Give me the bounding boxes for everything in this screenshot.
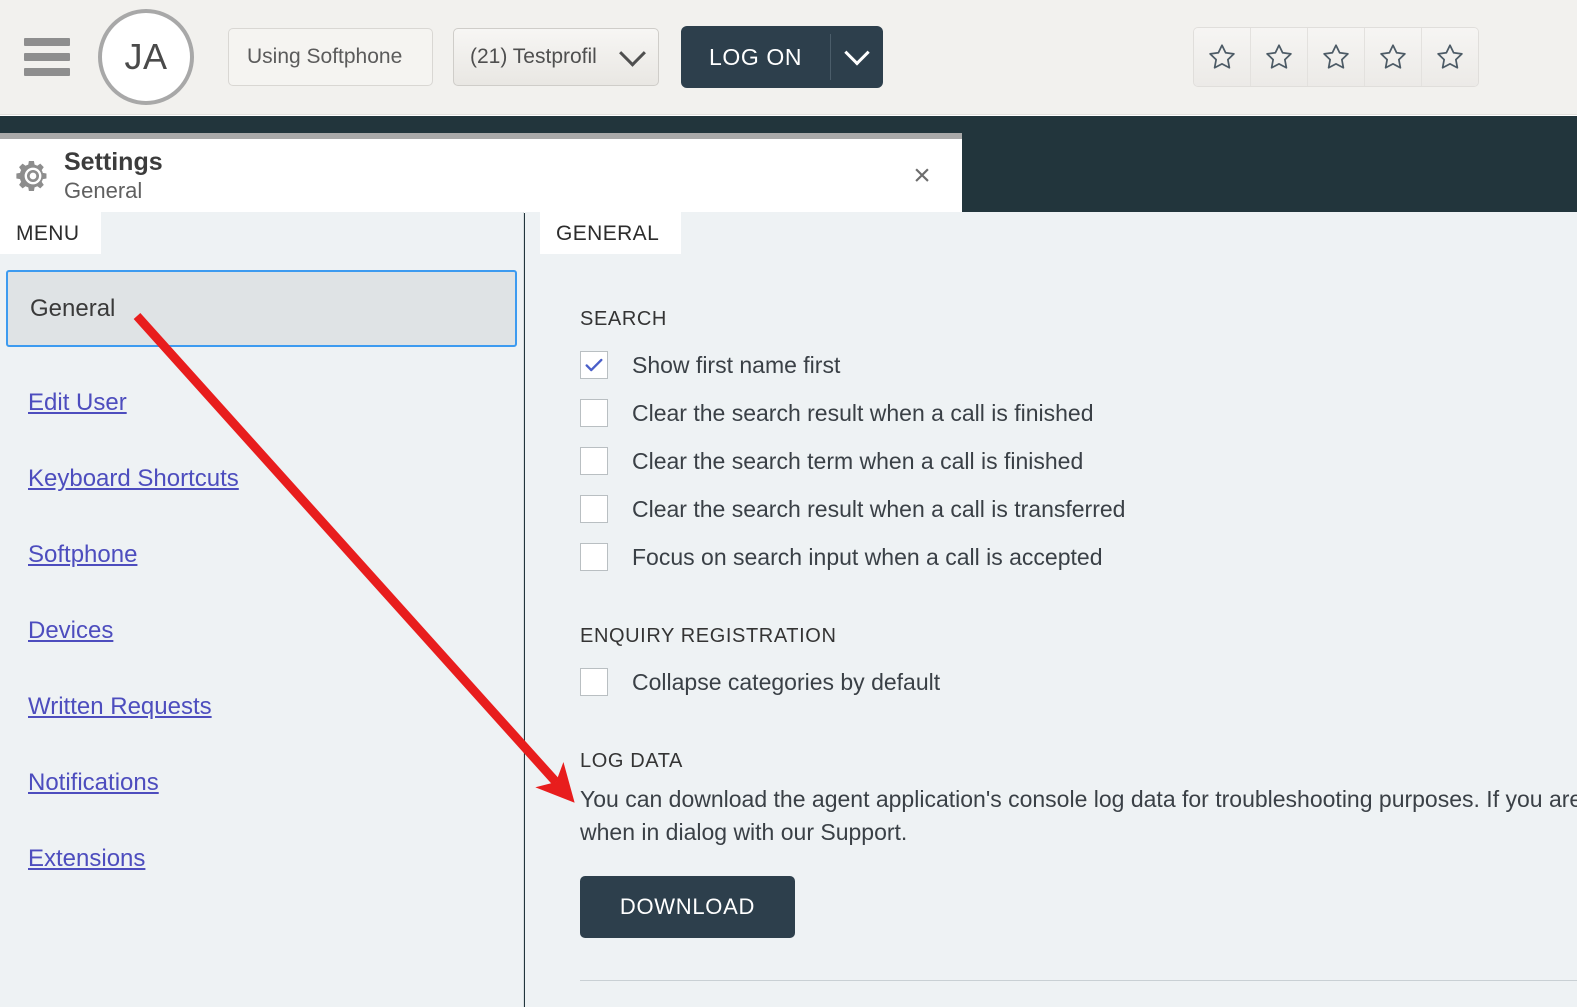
gear-icon bbox=[14, 157, 52, 195]
sidebar-item-keyboard-shortcuts[interactable]: Keyboard Shortcuts bbox=[28, 465, 239, 493]
sidebar-item-general[interactable]: General bbox=[6, 270, 517, 347]
log-on-button-group[interactable]: LOG ON bbox=[681, 26, 883, 88]
download-button[interactable]: DOWNLOAD bbox=[580, 876, 795, 938]
sidebar-menu-list: General Edit User Keyboard Shortcuts Sof… bbox=[0, 270, 523, 873]
page-subtitle: General bbox=[64, 178, 163, 204]
sidebar-item-softphone[interactable]: Softphone bbox=[28, 541, 137, 569]
avatar-initials: JA bbox=[124, 36, 167, 78]
avatar[interactable]: JA bbox=[98, 9, 194, 105]
section-divider bbox=[580, 980, 1577, 981]
settings-dialog: Settings General × bbox=[0, 133, 962, 213]
softphone-status-field[interactable]: Using Softphone bbox=[228, 28, 433, 86]
log-data-description: You can download the agent application's… bbox=[580, 783, 1577, 848]
checkbox-show-first-name-first[interactable]: Show first name first bbox=[580, 341, 1577, 389]
checkbox-clear-search-result-call-finished[interactable]: Clear the search result when a call is f… bbox=[580, 389, 1577, 437]
dialog-title-block: Settings General bbox=[64, 148, 163, 203]
checkbox-box[interactable] bbox=[580, 668, 608, 696]
section-heading-enquiry-registration: ENQUIRY REGISTRATION bbox=[580, 625, 1577, 648]
checkbox-label: Clear the search term when a call is fin… bbox=[632, 448, 1083, 475]
star-outline-icon bbox=[1264, 42, 1294, 72]
checkbox-box[interactable] bbox=[580, 447, 608, 475]
content-inner: SEARCH Show first name first Clear the s… bbox=[525, 308, 1577, 1007]
profile-select[interactable]: (21) Testprofil bbox=[453, 28, 659, 86]
star-outline-icon bbox=[1321, 42, 1351, 72]
checkbox-label: Focus on search input when a call is acc… bbox=[632, 544, 1103, 571]
hamburger-bar-2 bbox=[24, 53, 70, 61]
sidebar-item-notifications[interactable]: Notifications bbox=[28, 769, 159, 797]
chevron-down-icon bbox=[844, 40, 869, 65]
rating-star-5[interactable] bbox=[1422, 28, 1478, 86]
section-heading-search: SEARCH bbox=[580, 308, 1577, 331]
sidebar-item-label: General bbox=[30, 295, 115, 323]
checkbox-clear-search-term-call-finished[interactable]: Clear the search term when a call is fin… bbox=[580, 437, 1577, 485]
checkbox-label: Show first name first bbox=[632, 352, 840, 379]
log-on-button[interactable]: LOG ON bbox=[681, 26, 830, 88]
sidebar-item-edit-user[interactable]: Edit User bbox=[28, 389, 127, 417]
profile-select-value: (21) Testprofil bbox=[470, 45, 597, 69]
app-header: JA Using Softphone (21) Testprofil LOG O… bbox=[0, 0, 1577, 115]
checkbox-label: Collapse categories by default bbox=[632, 669, 940, 696]
sidebar-item-extensions[interactable]: Extensions bbox=[28, 845, 145, 873]
rating-star-1[interactable] bbox=[1194, 28, 1251, 86]
star-outline-icon bbox=[1435, 42, 1465, 72]
sidebar-item-devices[interactable]: Devices bbox=[28, 617, 113, 645]
softphone-status-label: Using Softphone bbox=[247, 45, 402, 69]
star-outline-icon bbox=[1207, 42, 1237, 72]
section-heading-log-data: LOG DATA bbox=[580, 750, 1577, 773]
page-title: Settings bbox=[64, 148, 163, 178]
checkbox-box[interactable] bbox=[580, 543, 608, 571]
checkbox-clear-search-result-call-transferred[interactable]: Clear the search result when a call is t… bbox=[580, 485, 1577, 533]
checkbox-focus-search-input-call-accepted[interactable]: Focus on search input when a call is acc… bbox=[580, 533, 1577, 581]
settings-sidebar: MENU General Edit User Keyboard Shortcut… bbox=[0, 212, 524, 1007]
chevron-down-icon bbox=[619, 39, 646, 66]
hamburger-bar-1 bbox=[24, 38, 70, 46]
hamburger-menu-icon[interactable] bbox=[24, 38, 70, 76]
tab-general[interactable]: GENERAL bbox=[540, 212, 681, 254]
settings-content: GENERAL SEARCH Show first name first Cle… bbox=[525, 212, 1577, 1007]
sidebar-item-written-requests[interactable]: Written Requests bbox=[28, 693, 212, 721]
rating-stars[interactable] bbox=[1193, 27, 1479, 87]
checkbox-label: Clear the search result when a call is f… bbox=[632, 400, 1094, 427]
log-on-label: LOG ON bbox=[709, 44, 802, 71]
rating-star-2[interactable] bbox=[1251, 28, 1308, 86]
close-icon[interactable]: × bbox=[904, 158, 940, 194]
checkbox-box[interactable] bbox=[580, 399, 608, 427]
check-icon bbox=[583, 354, 605, 376]
checkbox-box[interactable] bbox=[580, 495, 608, 523]
tab-menu[interactable]: MENU bbox=[0, 212, 101, 254]
content-tab-row: GENERAL bbox=[540, 212, 1577, 254]
checkbox-label: Clear the search result when a call is t… bbox=[632, 496, 1125, 523]
settings-body: MENU General Edit User Keyboard Shortcut… bbox=[0, 212, 1577, 1007]
rating-star-4[interactable] bbox=[1365, 28, 1422, 86]
hamburger-bar-3 bbox=[24, 68, 70, 76]
close-glyph: × bbox=[913, 161, 931, 191]
rating-star-3[interactable] bbox=[1308, 28, 1365, 86]
checkbox-box[interactable] bbox=[580, 351, 608, 379]
checkbox-collapse-categories-by-default[interactable]: Collapse categories by default bbox=[580, 658, 1577, 706]
log-on-dropdown-button[interactable] bbox=[831, 26, 883, 88]
dialog-header: Settings General × bbox=[0, 139, 962, 213]
star-outline-icon bbox=[1378, 42, 1408, 72]
